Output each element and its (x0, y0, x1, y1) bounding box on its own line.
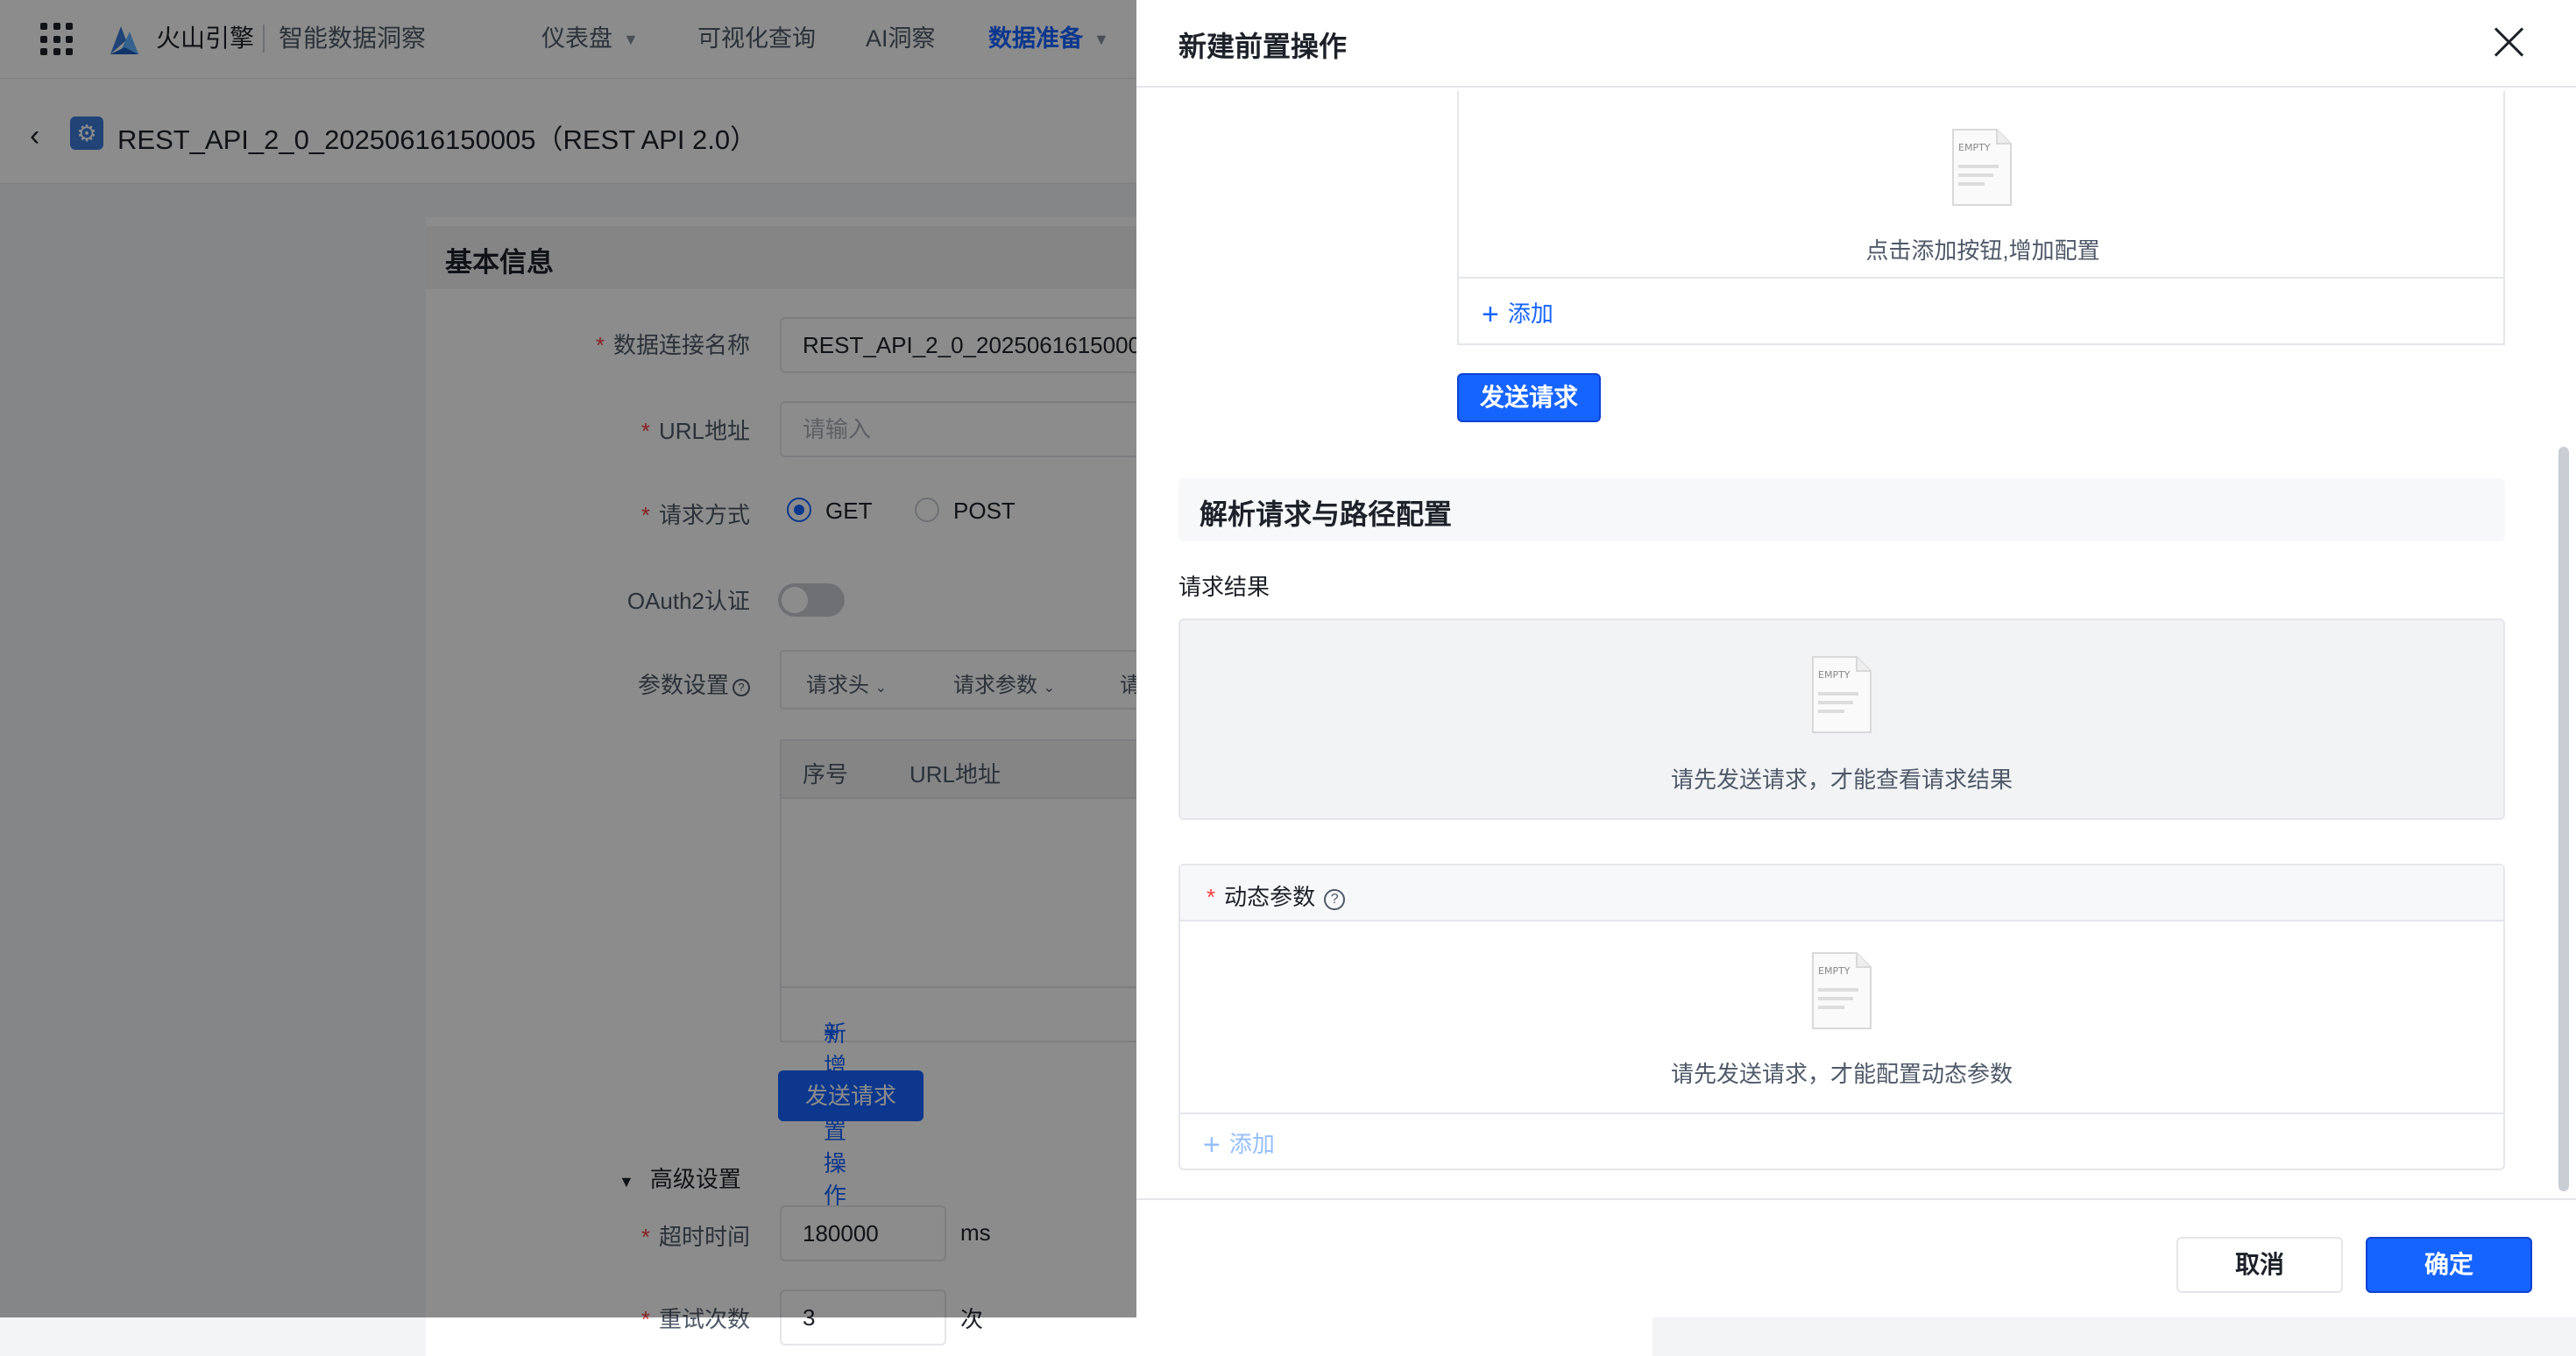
drawer-header: 新建前置操作 (1136, 0, 2576, 88)
config-empty-text: 点击添加按钮,增加配置 (1865, 237, 2100, 264)
drawer-footer: 取消 确定 (1136, 1198, 2576, 1317)
send-request-button[interactable]: 发送请求 (1457, 373, 1601, 422)
svg-text:EMPTY: EMPTY (1958, 142, 1991, 153)
dynamic-params-label: * 动态参数? (1207, 879, 1346, 912)
result-empty-text: 请先发送请求，才能查看请求结果 (1670, 766, 2013, 793)
section-header-parse: 解析请求与路径配置 (1178, 478, 2505, 541)
empty-document-icon: EMPTY (1952, 129, 2012, 206)
svg-text:EMPTY: EMPTY (1818, 965, 1851, 977)
divider (1459, 277, 2503, 279)
dynamic-empty-text: 请先发送请求，才能配置动态参数 (1670, 1061, 2013, 1087)
svg-text:EMPTY: EMPTY (1818, 669, 1851, 681)
dynamic-params-box: * 动态参数? EMPTY 请先发送请求，才能配置动态参数 + 添加 (1178, 864, 2505, 1170)
close-icon[interactable] (2488, 21, 2530, 63)
empty-document-icon: EMPTY (1812, 656, 1872, 733)
help-icon[interactable]: ? (1324, 889, 1346, 910)
dynamic-params-footer: + 添加 (1180, 1112, 2503, 1170)
config-list: EMPTY 点击添加按钮,增加配置 + 添加 (1457, 91, 2505, 345)
scrollbar-thumb[interactable] (2558, 447, 2569, 1191)
add-dynamic-param-button[interactable]: + 添加 (1203, 1126, 1275, 1162)
add-config-button[interactable]: + 添加 (1482, 296, 1553, 332)
scrollbar[interactable] (2557, 95, 2571, 1195)
section-title: 解析请求与路径配置 (1200, 498, 1453, 530)
request-result-label: 请求结果 (1178, 574, 1270, 600)
request-result-box: EMPTY 请先发送请求，才能查看请求结果 (1178, 618, 2505, 820)
drawer-title: 新建前置操作 (1178, 31, 1348, 62)
drawer-body: EMPTY 点击添加按钮,增加配置 + 添加 发送请求 解析请求与路径配置 请求结… (1136, 88, 2576, 1198)
confirm-button[interactable]: 确定 (2366, 1237, 2532, 1293)
create-pre-op-drawer: 新建前置操作 EMPTY 点击添加按钮,增加配置 + 添加 发送请求 解析请求与路… (1136, 0, 2576, 1317)
empty-document-icon: EMPTY (1812, 952, 1872, 1029)
cancel-button[interactable]: 取消 (2176, 1237, 2343, 1293)
dynamic-params-header: * 动态参数? (1180, 865, 2503, 922)
